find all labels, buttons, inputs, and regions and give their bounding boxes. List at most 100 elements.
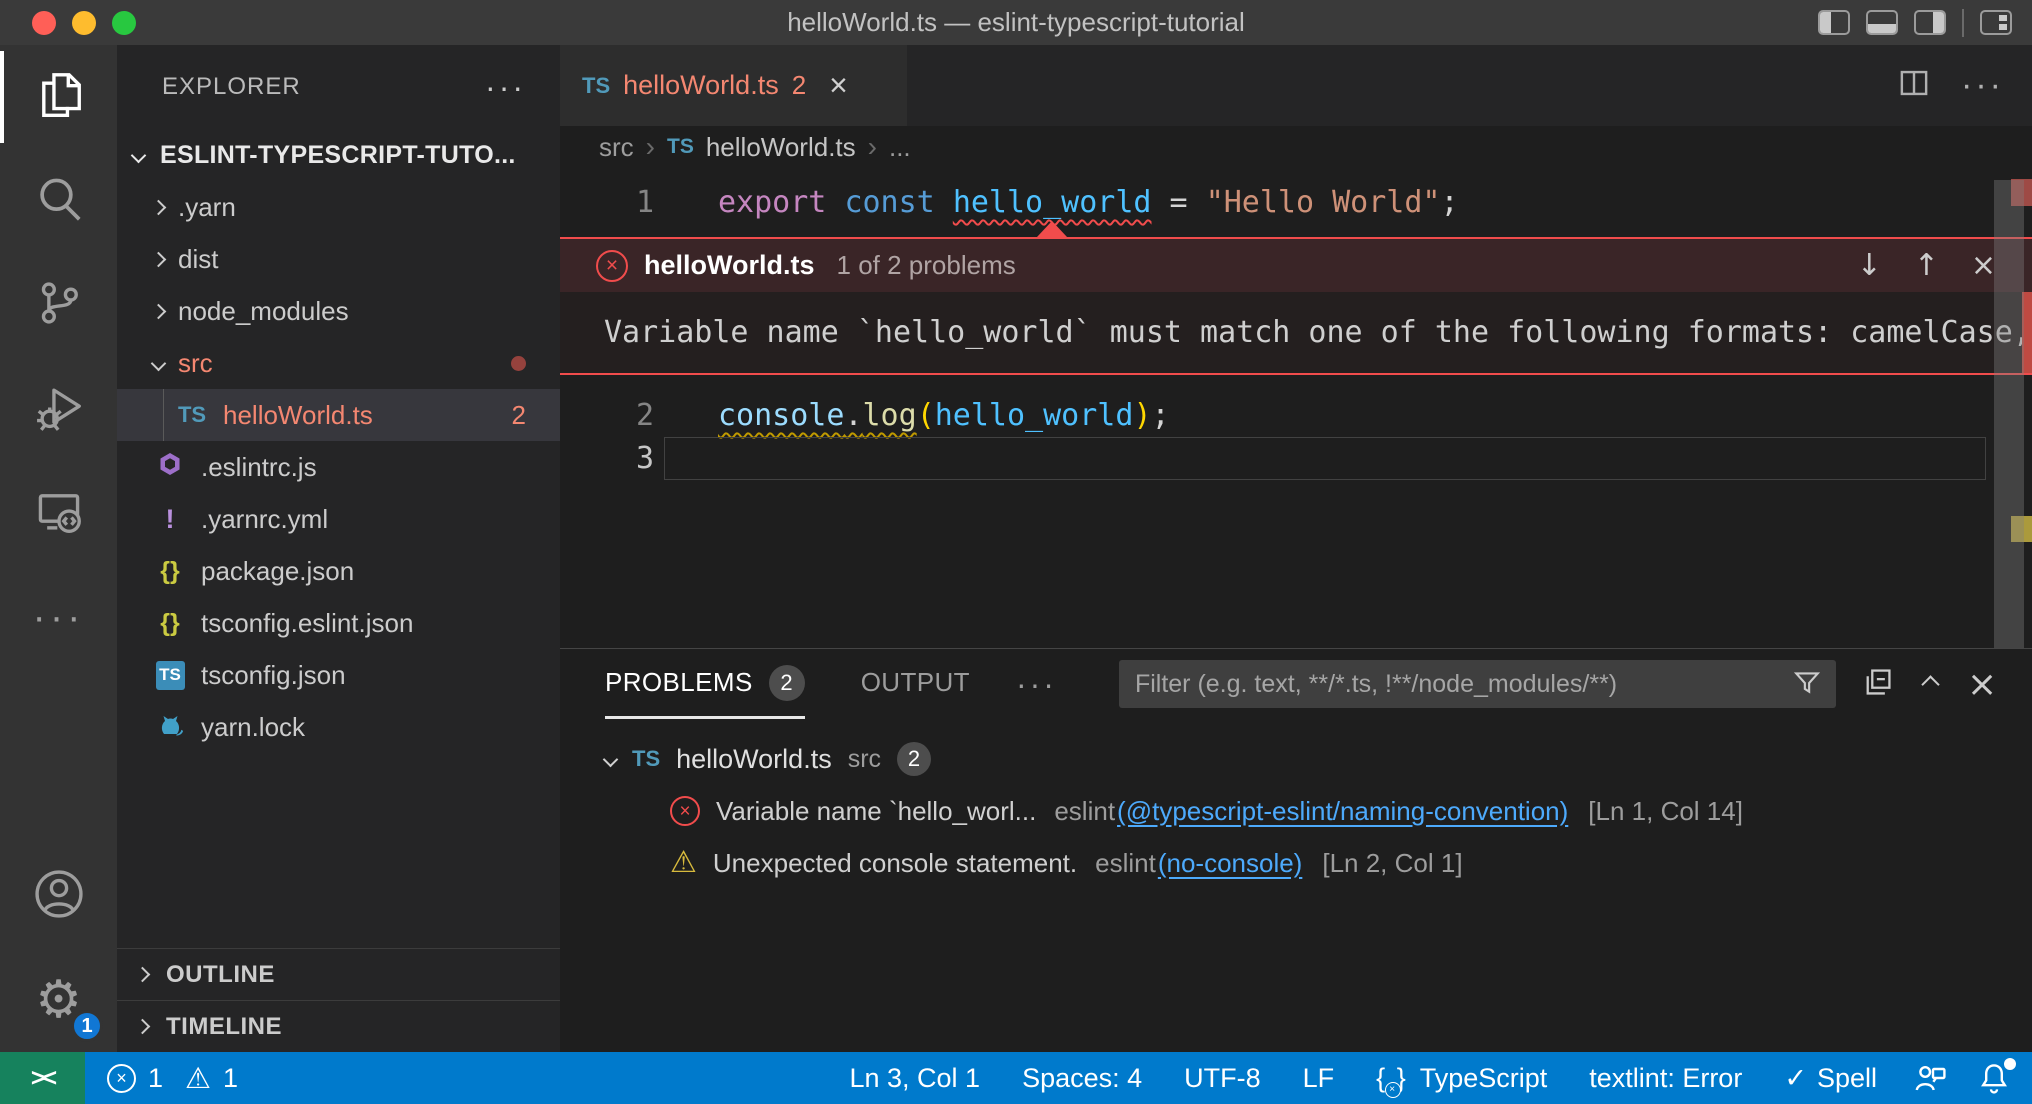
remote-indicator[interactable]: >< <box>0 1052 85 1104</box>
problems-filter[interactable] <box>1119 660 1836 708</box>
tab-output[interactable]: OUTPUT <box>861 649 970 719</box>
previous-problem-icon[interactable]: ↑ <box>1914 248 1939 283</box>
status-item-lf[interactable]: LF <box>1282 1052 1356 1104</box>
close-panel-icon[interactable]: × <box>1967 664 1997 705</box>
error-icon: × <box>596 250 628 282</box>
tree-item-tsconfig-eslint-json[interactable]: {} tsconfig.eslint.json <box>117 597 560 649</box>
feedback-icon[interactable] <box>1898 1052 1962 1104</box>
chevron-right-icon <box>151 303 167 319</box>
timeline-section-header[interactable]: TIMELINE <box>117 1000 560 1052</box>
explorer-activity-button[interactable] <box>0 45 117 149</box>
customize-layout-icon[interactable] <box>1980 10 2012 35</box>
problem-row-error[interactable]: × Variable name `hello_worl... eslint (@… <box>560 785 2032 837</box>
file-name: helloWorld.ts <box>223 400 373 431</box>
ts-file-icon: TS <box>632 746 660 772</box>
code-line-3[interactable]: 3 <box>560 437 1990 480</box>
breadcrumb-item[interactable]: ... <box>889 132 911 163</box>
file-name: tsconfig.eslint.json <box>201 608 413 639</box>
zoom-window-button[interactable] <box>112 11 136 35</box>
peek-header: × helloWorld.ts 1 of 2 problems ↓ ↑ × <box>560 239 2032 292</box>
collapse-all-icon[interactable] <box>1862 666 1894 703</box>
toggle-sidebar-icon[interactable] <box>1818 10 1850 35</box>
tree-item-src[interactable]: src <box>117 337 560 389</box>
tree-item-node-modules[interactable]: node_modules <box>117 285 560 337</box>
source-control-activity-button[interactable] <box>0 253 117 357</box>
code-token: export <box>718 185 844 220</box>
breadcrumb-item[interactable]: src <box>599 132 634 163</box>
code-editor[interactable]: 1export const hello_world = "Hello World… <box>560 168 2032 648</box>
breadcrumb-separator: › <box>868 131 877 163</box>
status-item-textlint-error[interactable]: textlint: Error <box>1568 1052 1763 1104</box>
next-problem-icon[interactable]: ↓ <box>1857 248 1882 283</box>
maximize-panel-icon[interactable] <box>1921 675 1939 693</box>
tab-problem-count: 2 <box>792 70 806 101</box>
scrollbar-thumb[interactable] <box>1994 180 2024 648</box>
ellipsis-icon: ··· <box>33 595 85 640</box>
status-item-utf-8[interactable]: UTF-8 <box>1163 1052 1282 1104</box>
problem-rule-link[interactable]: (no-console) <box>1158 848 1303 879</box>
accounts-button[interactable] <box>0 844 117 948</box>
problems-file-row[interactable]: TS helloWorld.ts src 2 <box>560 733 2032 785</box>
status-item-typescript[interactable]: { }×TypeScript <box>1355 1052 1568 1104</box>
problem-message: Unexpected console statement. <box>713 848 1077 879</box>
split-editor-icon[interactable] <box>1897 66 1931 105</box>
problem-source: eslint <box>1054 796 1115 827</box>
code-token: "Hello World" <box>1206 185 1441 220</box>
notifications-bell-icon[interactable] <box>1962 1052 2026 1104</box>
run-debug-activity-button[interactable] <box>0 357 117 461</box>
outline-section-header[interactable]: OUTLINE <box>117 948 560 1000</box>
peek-message[interactable]: Variable name `hello_world` must match o… <box>604 315 2031 350</box>
breadcrumb[interactable]: src›TShelloWorld.ts›... <box>560 126 2032 168</box>
chevron-right-icon <box>151 251 167 267</box>
tab-problems[interactable]: PROBLEMS 2 <box>605 649 805 719</box>
close-tab-icon[interactable]: × <box>829 67 848 104</box>
status-bar: >< × 1 ⚠ 1 Ln 3, Col 1Spaces: 4UTF-8LF{ … <box>0 1052 2032 1104</box>
line-number: 1 <box>560 185 654 220</box>
problem-rule-link[interactable]: (@typescript-eslint/naming-convention) <box>1117 796 1568 827</box>
editor-more-actions-icon[interactable]: ··· <box>1961 66 2004 105</box>
minimize-window-button[interactable] <box>72 11 96 35</box>
tab-helloworld[interactable]: TS helloWorld.ts 2 × <box>560 45 907 126</box>
output-tab-label: OUTPUT <box>861 667 970 698</box>
typescript-braces-icon: { }× <box>1376 1063 1410 1094</box>
tree-item-dist[interactable]: dist <box>117 233 560 285</box>
problems-summary[interactable]: × 1 ⚠ 1 <box>107 1063 238 1094</box>
more-views-button[interactable]: ··· <box>0 565 117 669</box>
chevron-right-icon <box>151 199 167 215</box>
tree-item-yarn-lock[interactable]: yarn.lock <box>117 701 560 753</box>
filter-input[interactable] <box>1135 670 1792 699</box>
panel-more-tabs-icon[interactable]: ··· <box>1016 666 1057 703</box>
close-window-button[interactable] <box>32 11 56 35</box>
error-dot-badge <box>511 356 526 371</box>
status-item-ln-3-col-1[interactable]: Ln 3, Col 1 <box>828 1052 1001 1104</box>
ts-file-icon: TS <box>582 73 610 99</box>
tree-item-helloworld-ts[interactable]: TShelloWorld.ts2 <box>117 389 560 441</box>
settings-button[interactable]: ⚙ 1 <box>0 948 117 1052</box>
editor-scrollbar[interactable] <box>1990 168 2032 648</box>
tree-item--yarn[interactable]: .yarn <box>117 181 560 233</box>
json-braces-icon: {} <box>160 609 179 638</box>
toggle-panel-icon[interactable] <box>1866 10 1898 35</box>
warning-icon: ⚠ <box>670 848 697 878</box>
search-activity-button[interactable] <box>0 149 117 253</box>
problem-row-warning[interactable]: ⚠ Unexpected console statement. eslint (… <box>560 837 2032 889</box>
remote-explorer-activity-button[interactable] <box>0 461 117 565</box>
breadcrumb-item[interactable]: helloWorld.ts <box>706 132 856 163</box>
tree-item--eslintrc-js[interactable]: .eslintrc.js <box>117 441 560 493</box>
tree-item-tsconfig-json[interactable]: TStsconfig.json <box>117 649 560 701</box>
tree-item--yarnrc-yml[interactable]: !.yarnrc.yml <box>117 493 560 545</box>
yml-exclamation-icon: ! <box>166 504 175 535</box>
status-item-spaces-4[interactable]: Spaces: 4 <box>1001 1052 1163 1104</box>
workspace-section-header[interactable]: ESLINT-TYPESCRIPT-TUTO... <box>117 129 560 181</box>
toggle-secondary-sidebar-icon[interactable] <box>1914 10 1946 35</box>
code-line-1[interactable]: 1export const hello_world = "Hello World… <box>560 181 1990 224</box>
tree-item-package-json[interactable]: {}package.json <box>117 545 560 597</box>
tsconfig-file-icon: TS <box>156 661 185 690</box>
problem-location: [Ln 2, Col 1] <box>1322 848 1462 879</box>
status-item-spell[interactable]: ✓Spell <box>1763 1052 1898 1104</box>
code-line-2[interactable]: 2console.log(hello_world); <box>560 394 1990 437</box>
notification-dot-badge <box>2004 1058 2016 1070</box>
file-name: src <box>178 348 213 379</box>
account-icon <box>32 867 86 926</box>
file-name: dist <box>178 244 218 275</box>
